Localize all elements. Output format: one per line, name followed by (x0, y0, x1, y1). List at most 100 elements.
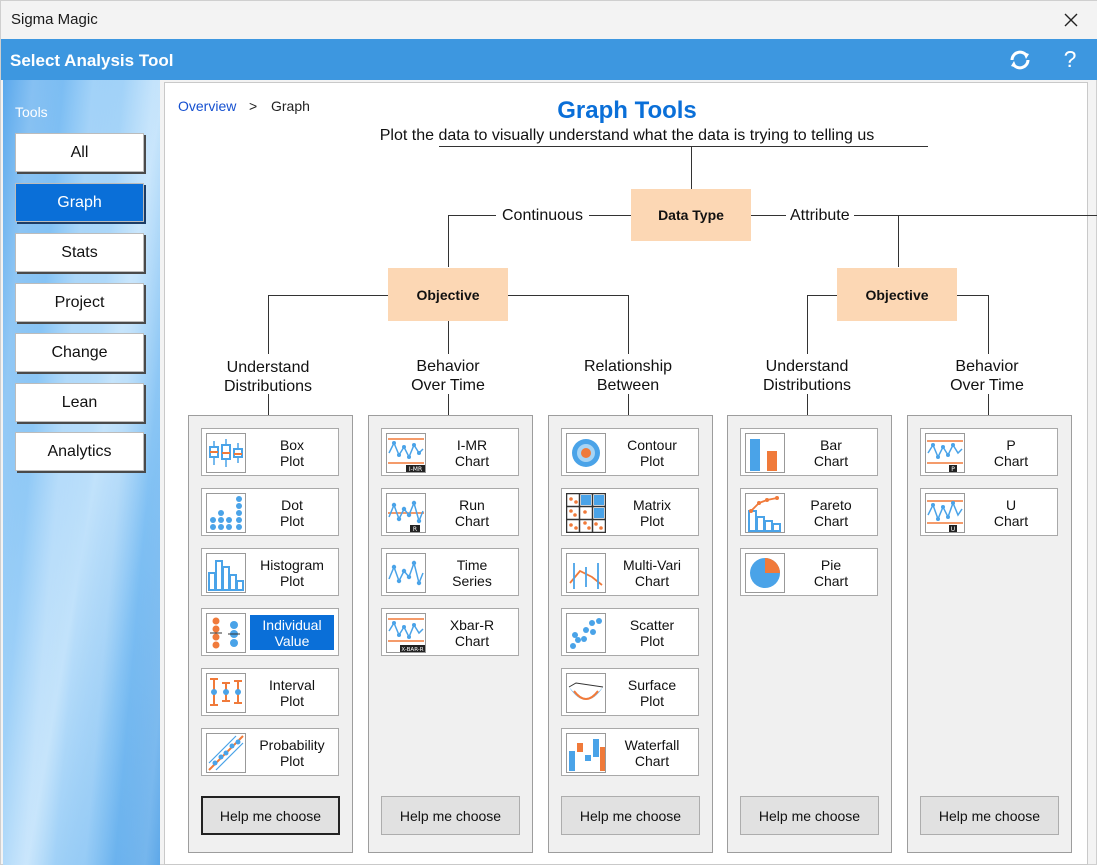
connector-line (898, 215, 899, 267)
dot-plot-button[interactable]: Dot Plot (201, 488, 339, 536)
sidebar-item-analytics[interactable]: Analytics (15, 432, 144, 471)
waterfall-chart-button[interactable]: Waterfall Chart (561, 728, 699, 776)
tool-label: Histogram Plot (260, 557, 324, 589)
imr-chart-button[interactable]: I-MR I-MR Chart (381, 428, 519, 476)
category-title: Behavior Over Time (950, 358, 1024, 394)
tool-label: Xbar-R Chart (449, 617, 495, 649)
tool-panel-attribute-distributions: Bar Chart Pareto Chart Pie Chart Help me… (727, 415, 892, 853)
histogram-button[interactable]: Histogram Plot (201, 548, 339, 596)
help-me-choose-button[interactable]: Help me choose (381, 796, 520, 835)
p-chart-button[interactable]: P P Chart (920, 428, 1058, 476)
box-plot-button[interactable]: Box Plot (201, 428, 339, 476)
sidebar-label: Tools (15, 104, 48, 120)
subtitle-underline (439, 146, 928, 147)
scatter-plot-icon (566, 613, 606, 653)
app-window: Sigma Magic Select Analysis Tool ? Tools… (0, 0, 1097, 865)
bar-chart-button[interactable]: Bar Chart (740, 428, 878, 476)
help-me-choose-button[interactable]: Help me choose (201, 796, 340, 835)
connector-line (807, 295, 808, 354)
tool-panel-relationship: Contour Plot Matrix Plot Multi-Vari Chart (548, 415, 713, 853)
matrix-plot-button[interactable]: Matrix Plot (561, 488, 699, 536)
u-chart-button[interactable]: U U Chart (920, 488, 1058, 536)
bar-chart-icon (745, 433, 785, 473)
box-plot-icon (206, 433, 246, 473)
connector-line (988, 295, 989, 354)
header-title: Select Analysis Tool (10, 51, 174, 70)
matrix-plot-icon (566, 493, 606, 533)
svg-text:I-MR: I-MR (409, 466, 422, 473)
help-me-choose-button[interactable]: Help me choose (561, 796, 700, 835)
interval-plot-icon (206, 673, 246, 713)
contour-plot-button[interactable]: Contour Plot (561, 428, 699, 476)
sidebar-item-project[interactable]: Project (15, 283, 144, 322)
time-series-icon (386, 553, 426, 593)
time-series-button[interactable]: Time Series (381, 548, 519, 596)
surface-plot-button[interactable]: Surface Plot (561, 668, 699, 716)
pareto-chart-icon (745, 493, 785, 533)
imr-chart-icon: I-MR (386, 433, 426, 473)
scatter-plot-button[interactable]: Scatter Plot (561, 608, 699, 656)
tool-panel-behavior-continuous: I-MR I-MR Chart R Run Chart Time Series … (368, 415, 533, 853)
objective-node-attribute: Objective (837, 268, 957, 321)
probability-plot-icon (206, 733, 246, 773)
help-me-choose-button[interactable]: Help me choose (740, 796, 879, 835)
sidebar: Tools All Graph Stats Project Change Lea… (3, 80, 160, 865)
pareto-chart-button[interactable]: Pareto Chart (740, 488, 878, 536)
help-button[interactable]: ? (1055, 43, 1085, 75)
connector-line (807, 394, 808, 415)
svg-text:X-BAR-R: X-BAR-R (401, 647, 423, 653)
tool-label: Waterfall Chart (624, 737, 680, 769)
contour-plot-icon (566, 433, 606, 473)
probability-plot-button[interactable]: Probability Plot (201, 728, 339, 776)
tool-label: Probability Plot (259, 737, 325, 769)
waterfall-chart-icon (566, 733, 606, 773)
tool-label: Pie Chart (813, 557, 849, 589)
dot-plot-icon (206, 493, 246, 533)
tool-label: Scatter Plot (629, 617, 675, 649)
branch-continuous: Continuous (496, 207, 589, 225)
interval-plot-button[interactable]: Interval Plot (201, 668, 339, 716)
multi-vari-chart-button[interactable]: Multi-Vari Chart (561, 548, 699, 596)
tool-label: Run Chart (454, 497, 490, 529)
refresh-button[interactable] (1005, 45, 1035, 75)
connector-line (691, 146, 692, 189)
page-subtitle: Plot the data to visually understand wha… (379, 127, 875, 144)
individual-value-button[interactable]: Individual Value (201, 608, 339, 656)
close-icon (1064, 13, 1078, 27)
pie-chart-button[interactable]: Pie Chart (740, 548, 878, 596)
tool-label: I-MR Chart (454, 437, 490, 469)
tool-label: Bar Chart (813, 437, 849, 469)
sidebar-item-stats[interactable]: Stats (15, 233, 144, 272)
help-me-choose-button[interactable]: Help me choose (920, 796, 1059, 835)
category-title: Understand Distributions (223, 359, 313, 395)
tool-panel-distributions: Box Plot Dot Plot Histogram Plot Individ… (188, 415, 353, 853)
sidebar-item-graph[interactable]: Graph (15, 183, 144, 222)
title-bar: Sigma Magic (1, 1, 1097, 39)
tool-label: Surface Plot (627, 677, 677, 709)
p-chart-icon: P (925, 433, 965, 473)
data-type-node: Data Type (631, 189, 751, 241)
sidebar-item-all[interactable]: All (15, 133, 144, 172)
refresh-icon (1010, 50, 1030, 70)
svg-text:U: U (951, 526, 955, 533)
xbar-r-chart-button[interactable]: X-BAR-R Xbar-R Chart (381, 608, 519, 656)
dialog-header: Select Analysis Tool ? (1, 39, 1097, 80)
connector-line (268, 295, 269, 354)
tool-label: Contour Plot (627, 437, 677, 469)
connector-line (448, 215, 449, 267)
tool-panel-attribute-behavior: P P Chart U U Chart Help me choose (907, 415, 1072, 853)
objective-node-continuous: Objective (388, 268, 508, 321)
connector-line (448, 394, 449, 415)
xbar-r-chart-icon: X-BAR-R (386, 613, 426, 653)
sidebar-item-change[interactable]: Change (15, 333, 144, 372)
help-icon: ? (1063, 45, 1077, 72)
sidebar-item-lean[interactable]: Lean (15, 383, 144, 422)
connector-line (268, 394, 269, 415)
run-chart-button[interactable]: R Run Chart (381, 488, 519, 536)
connector-line (448, 319, 449, 354)
tool-label: Time Series (452, 557, 492, 589)
pie-chart-icon (745, 553, 785, 593)
run-chart-icon: R (386, 493, 426, 533)
close-button[interactable] (1048, 1, 1094, 39)
tool-label: U Chart (993, 497, 1029, 529)
